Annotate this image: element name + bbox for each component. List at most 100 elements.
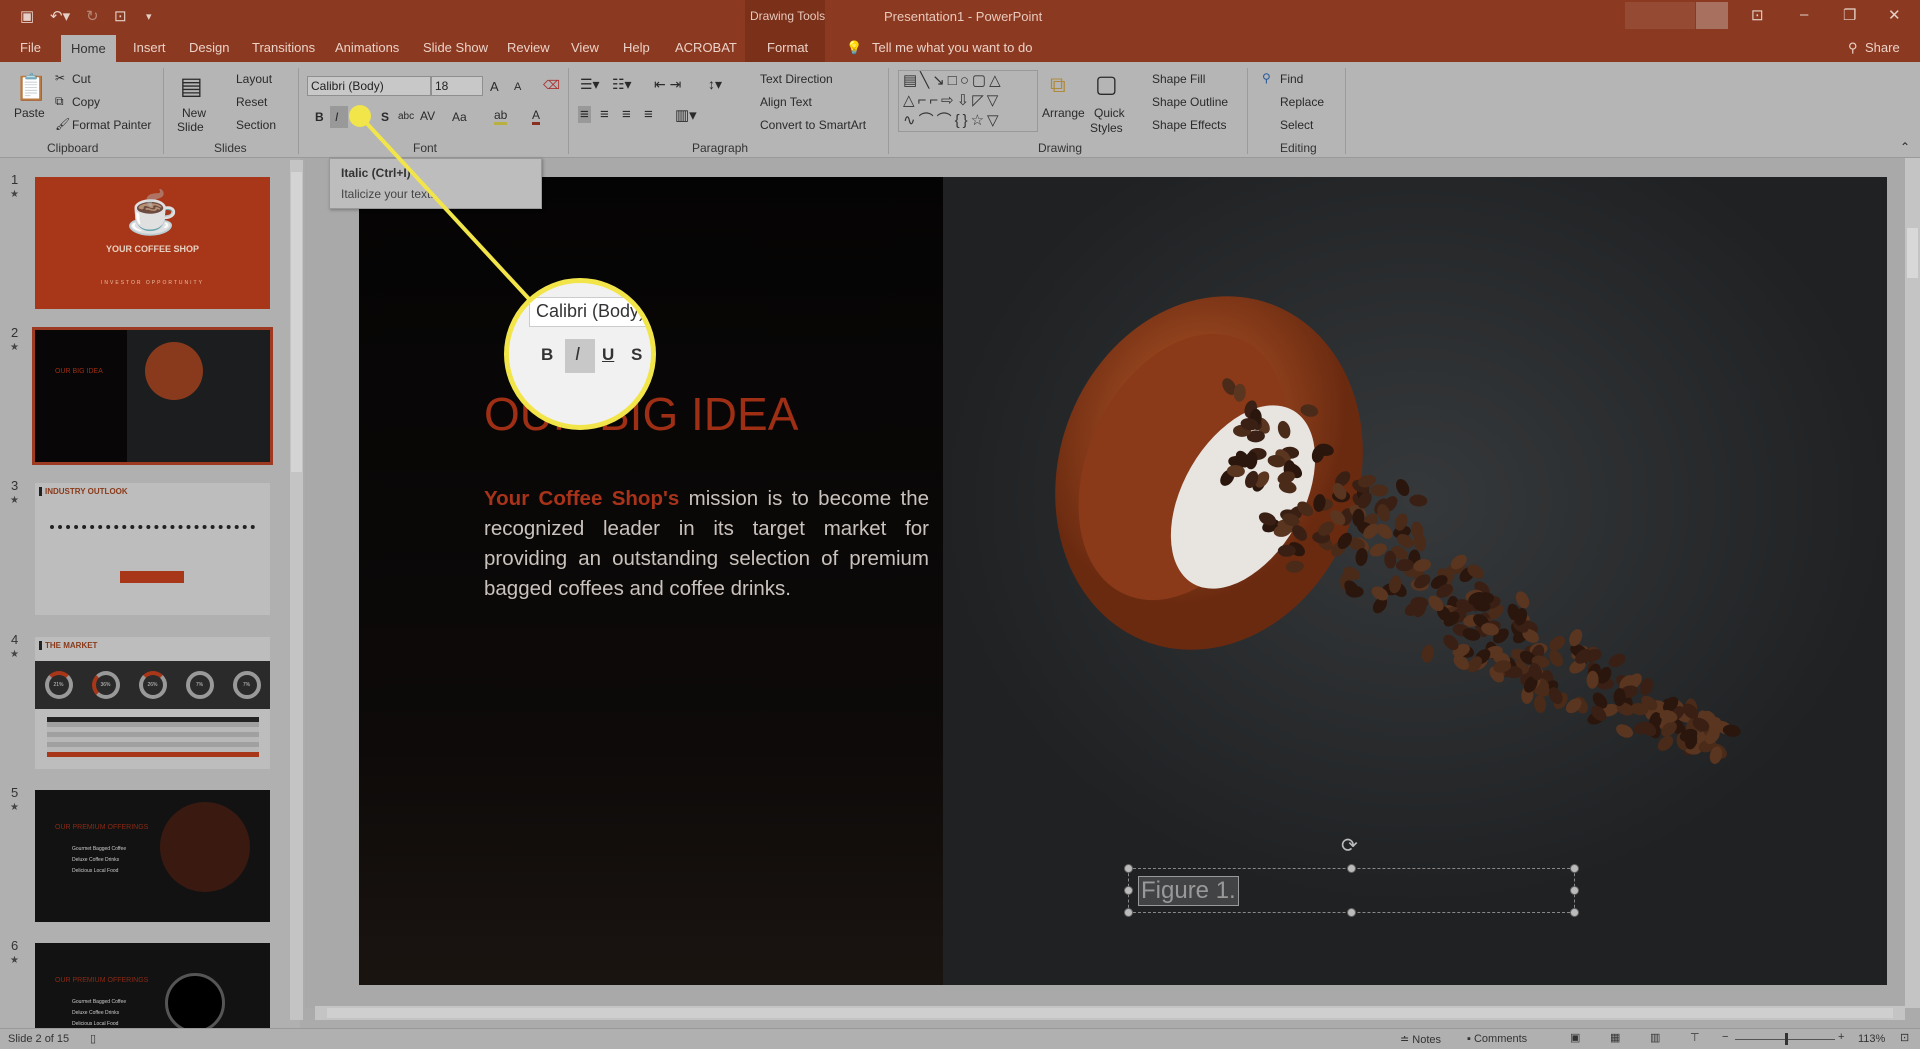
format-painter-button[interactable]: Format Painter xyxy=(72,118,151,132)
normal-view-icon[interactable]: ▣ xyxy=(1570,1031,1580,1044)
resize-handle[interactable] xyxy=(1570,864,1579,873)
italic-button[interactable]: I xyxy=(330,106,348,128)
avatar[interactable] xyxy=(1696,2,1728,29)
character-spacing-button[interactable]: AV xyxy=(420,109,435,123)
comments-button[interactable]: ▪ Comments xyxy=(1467,1033,1527,1045)
arrange-button[interactable]: Arrange xyxy=(1042,106,1085,120)
notes-button[interactable]: ≐ Notes xyxy=(1400,1033,1441,1046)
slideshow-view-icon[interactable]: ⊤ xyxy=(1690,1031,1700,1044)
shape-outline-button[interactable]: Shape Outline xyxy=(1152,95,1228,109)
change-case-button[interactable]: Aa xyxy=(452,110,467,124)
tab-format[interactable]: Format xyxy=(767,40,808,55)
resize-handle[interactable] xyxy=(1347,908,1356,917)
align-text-button[interactable]: Align Text xyxy=(760,95,812,109)
replace-button[interactable]: Replace xyxy=(1280,95,1324,109)
slide-sorter-icon[interactable]: ▦ xyxy=(1610,1031,1620,1044)
resize-handle[interactable] xyxy=(1347,864,1356,873)
bullets-icon[interactable]: ☰▾ xyxy=(580,76,600,93)
rotate-handle-icon[interactable]: ⟳ xyxy=(1341,833,1358,858)
font-name-dropdown[interactable]: Calibri (Body) xyxy=(307,76,431,96)
tab-insert[interactable]: Insert xyxy=(133,40,166,55)
shape-fill-button[interactable]: Shape Fill xyxy=(1152,72,1205,86)
slide-thumbnail-6[interactable]: OUR PREMIUM OFFERINGS Gourmet Bagged Cof… xyxy=(35,943,270,1028)
tab-acrobat[interactable]: ACROBAT xyxy=(675,40,737,55)
slide-thumbnail-5[interactable]: OUR PREMIUM OFFERINGS Gourmet Bagged Cof… xyxy=(35,790,270,922)
shrink-font-button[interactable]: A xyxy=(514,81,521,93)
tab-animations[interactable]: Animations xyxy=(335,40,399,55)
tab-view[interactable]: View xyxy=(571,40,599,55)
resize-handle[interactable] xyxy=(1570,908,1579,917)
slide-thumbnail-2-selected[interactable]: OUR BIG IDEA xyxy=(32,327,273,465)
justify-icon[interactable]: ≡ xyxy=(644,106,653,123)
slide-body-text[interactable]: Your Coffee Shop's mission is to become … xyxy=(484,484,929,604)
caption-textbox-selected[interactable]: Figure 1. ⟳ xyxy=(1124,835,1579,917)
restore-button[interactable]: ❐ xyxy=(1843,6,1856,24)
slide-thumbnail-3[interactable]: INDUSTRY OUTLOOK xyxy=(35,483,270,615)
paste-button[interactable]: Paste xyxy=(14,106,45,120)
tab-transitions[interactable]: Transitions xyxy=(252,40,315,55)
new-slide-button[interactable]: New xyxy=(182,106,206,120)
highlight-color-icon[interactable]: ab xyxy=(494,108,508,125)
slide-thumbnail-4[interactable]: THE MARKET 21% 36% 26% 7% 7% xyxy=(35,637,270,769)
strikethrough-button[interactable]: abc xyxy=(398,111,414,122)
clear-formatting-icon[interactable]: ⌫ xyxy=(543,78,560,92)
figure-caption[interactable]: Figure 1. xyxy=(1138,876,1239,906)
align-right-icon[interactable]: ≡ xyxy=(622,106,631,123)
tab-help[interactable]: Help xyxy=(623,40,650,55)
account-area[interactable] xyxy=(1625,2,1695,29)
ribbon-display-options-button[interactable]: ⊡ xyxy=(1751,6,1764,24)
zoom-in-button[interactable]: + xyxy=(1838,1031,1844,1043)
share-button[interactable]: Share xyxy=(1865,40,1900,55)
vertical-scrollbar[interactable] xyxy=(1905,158,1920,1008)
collapse-ribbon-icon[interactable]: ⌃ xyxy=(1900,140,1910,154)
zoom-slider[interactable] xyxy=(1735,1033,1835,1045)
close-button[interactable]: ✕ xyxy=(1888,6,1901,24)
section-button[interactable]: Section xyxy=(236,118,276,132)
align-left-icon[interactable]: ≡ xyxy=(578,106,591,123)
redo-icon[interactable]: ↻ xyxy=(86,7,99,25)
select-button[interactable]: Select xyxy=(1280,118,1313,132)
customize-qat-icon[interactable]: ▾ xyxy=(146,10,152,23)
resize-handle[interactable] xyxy=(1124,864,1133,873)
slide-thumbnail-1[interactable]: ☕ YOUR COFFEE SHOP INVESTOR OPPORTUNITY xyxy=(35,177,270,309)
convert-smartart-button[interactable]: Convert to SmartArt xyxy=(760,118,866,132)
font-size-dropdown[interactable]: 18 xyxy=(431,76,483,96)
tell-me-search[interactable]: Tell me what you want to do xyxy=(872,40,1032,55)
undo-icon[interactable]: ↶▾ xyxy=(50,7,70,25)
tab-review[interactable]: Review xyxy=(507,40,550,55)
numbering-icon[interactable]: ☷▾ xyxy=(612,76,632,93)
minimize-button[interactable]: – xyxy=(1800,6,1808,23)
resize-handle[interactable] xyxy=(1570,886,1579,895)
cut-button[interactable]: Cut xyxy=(72,72,91,86)
reading-view-icon[interactable]: ▥ xyxy=(1650,1031,1660,1044)
fit-to-window-icon[interactable]: ⊡ xyxy=(1900,1031,1909,1044)
columns-icon[interactable]: ▥▾ xyxy=(675,106,697,124)
tab-file[interactable]: File xyxy=(20,40,41,55)
bold-button[interactable]: B xyxy=(315,110,324,124)
resize-handle[interactable] xyxy=(1124,886,1133,895)
resize-handle[interactable] xyxy=(1124,908,1133,917)
layout-button[interactable]: Layout xyxy=(236,72,272,86)
coffee-cup-image[interactable] xyxy=(943,177,1887,985)
copy-button[interactable]: Copy xyxy=(72,95,100,109)
tab-design[interactable]: Design xyxy=(189,40,229,55)
start-slideshow-icon[interactable]: ⊡ xyxy=(114,7,127,25)
tab-slide-show[interactable]: Slide Show xyxy=(423,40,488,55)
quick-styles-button-2[interactable]: Styles xyxy=(1090,121,1123,135)
font-color-button[interactable]: A xyxy=(532,108,541,125)
indent-icons[interactable]: ⇤ ⇥ xyxy=(654,76,681,93)
tab-home[interactable]: Home xyxy=(61,35,116,62)
quick-styles-button[interactable]: Quick xyxy=(1094,106,1125,120)
grow-font-button[interactable]: A xyxy=(490,79,499,94)
find-button[interactable]: Find xyxy=(1280,72,1303,86)
spell-check-icon[interactable]: ▯ xyxy=(90,1032,96,1045)
align-center-icon[interactable]: ≡ xyxy=(600,106,609,123)
text-shadow-button[interactable]: S xyxy=(381,110,389,124)
paste-icon[interactable]: 📋 xyxy=(15,72,47,103)
text-direction-button[interactable]: Text Direction xyxy=(760,72,833,86)
line-spacing-icon[interactable]: ↕▾ xyxy=(708,76,722,93)
zoom-out-button[interactable]: − xyxy=(1722,1031,1728,1043)
new-slide-button-2[interactable]: Slide xyxy=(177,120,204,134)
horizontal-scrollbar[interactable] xyxy=(315,1006,1905,1020)
reset-button[interactable]: Reset xyxy=(236,95,267,109)
